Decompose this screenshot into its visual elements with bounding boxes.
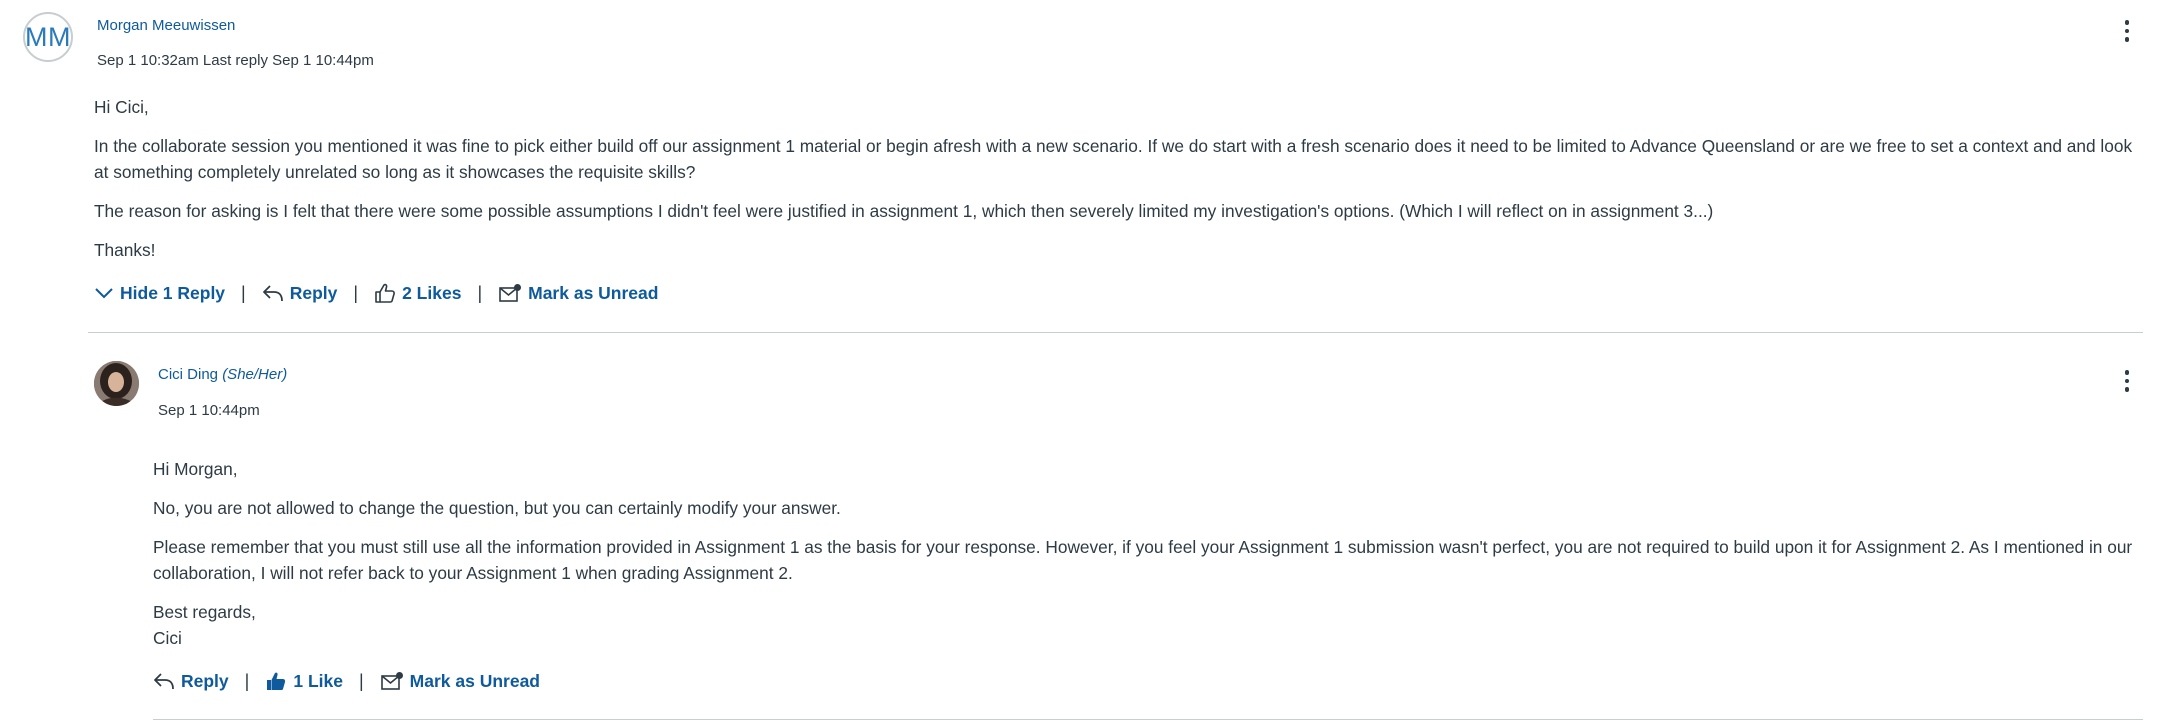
- reply-author-avatar: [94, 361, 139, 406]
- reply-more-options-button[interactable]: [2115, 366, 2139, 396]
- likes-count: 2 Likes: [402, 282, 462, 303]
- reply-paragraph: Best regards,: [153, 602, 256, 622]
- reply-paragraph: Cici: [153, 628, 182, 648]
- post-divider: [88, 332, 2143, 333]
- reply-action-bar: Reply | 1 Like | Mark as Unread: [153, 666, 540, 696]
- thumbs-up-filled-icon: [267, 672, 286, 690]
- reply-label: Reply: [289, 282, 338, 303]
- thumbs-up-outline-icon: [375, 283, 395, 303]
- action-separator: |: [244, 670, 250, 691]
- post-paragraph: In the collaborate session you mentioned…: [94, 136, 2133, 182]
- kebab-dot: [2124, 370, 2130, 375]
- mark-unread-button[interactable]: Mark as Unread: [498, 283, 658, 304]
- profile-photo-icon: [94, 361, 139, 406]
- hide-replies-label: Hide 1 Reply: [120, 282, 226, 303]
- post-author-name[interactable]: Morgan Meeuwissen: [97, 17, 235, 34]
- post-paragraph: The reason for asking is I felt that the…: [94, 201, 1714, 221]
- like-button[interactable]: 2 Likes: [374, 282, 461, 304]
- kebab-dot: [2124, 28, 2130, 34]
- mark-unread-label: Mark as Unread: [528, 282, 659, 303]
- reply-arrow-icon: [154, 673, 174, 690]
- action-separator: |: [241, 282, 246, 303]
- kebab-dot: [2124, 37, 2130, 42]
- reply-author-name: Cici Ding: [158, 366, 219, 383]
- reply-author-pronouns: (She/Her): [222, 366, 288, 383]
- reply-author[interactable]: Cici Ding (She/Her): [158, 366, 287, 383]
- reply-button[interactable]: Reply: [262, 282, 338, 304]
- likes-count: 1 Like: [293, 670, 343, 691]
- post-action-bar: Hide 1 Reply | Reply | 2 Likes | Mark as…: [94, 278, 658, 308]
- reply-paragraph: No, you are not allowed to change the qu…: [153, 498, 841, 518]
- envelope-unread-icon: [499, 284, 522, 302]
- kebab-dot: [2124, 20, 2130, 25]
- envelope-unread-icon: [380, 672, 403, 690]
- chevron-down-icon: [95, 288, 113, 299]
- reply-divider: [153, 719, 2143, 720]
- reply-paragraph: Please remember that you must still use …: [153, 537, 2133, 583]
- action-separator: |: [477, 282, 483, 303]
- reply-mark-unread-button[interactable]: Mark as Unread: [380, 671, 540, 692]
- reply-timestamp: Sep 1 10:44pm: [158, 402, 260, 419]
- reply-like-button[interactable]: 1 Like: [265, 670, 343, 692]
- action-separator: |: [358, 670, 364, 691]
- author-avatar: MM: [23, 12, 73, 62]
- hide-replies-button[interactable]: Hide 1 Reply: [94, 283, 225, 304]
- post-more-options-button[interactable]: [2115, 16, 2139, 46]
- reply-label: Reply: [181, 670, 229, 691]
- reply-arrow-icon: [262, 285, 283, 302]
- action-separator: |: [353, 282, 359, 303]
- reply-paragraph: Hi Morgan,: [153, 459, 238, 479]
- post-paragraph: Hi Cici,: [94, 97, 149, 117]
- reply-reply-button[interactable]: Reply: [153, 671, 229, 692]
- avatar-initials: MM: [25, 21, 71, 52]
- kebab-dot: [2124, 387, 2130, 392]
- kebab-dot: [2124, 378, 2130, 384]
- post-timestamp: Sep 1 10:32am Last reply Sep 1 10:44pm: [97, 52, 374, 69]
- mark-unread-label: Mark as Unread: [409, 670, 540, 691]
- post-paragraph: Thanks!: [94, 240, 156, 260]
